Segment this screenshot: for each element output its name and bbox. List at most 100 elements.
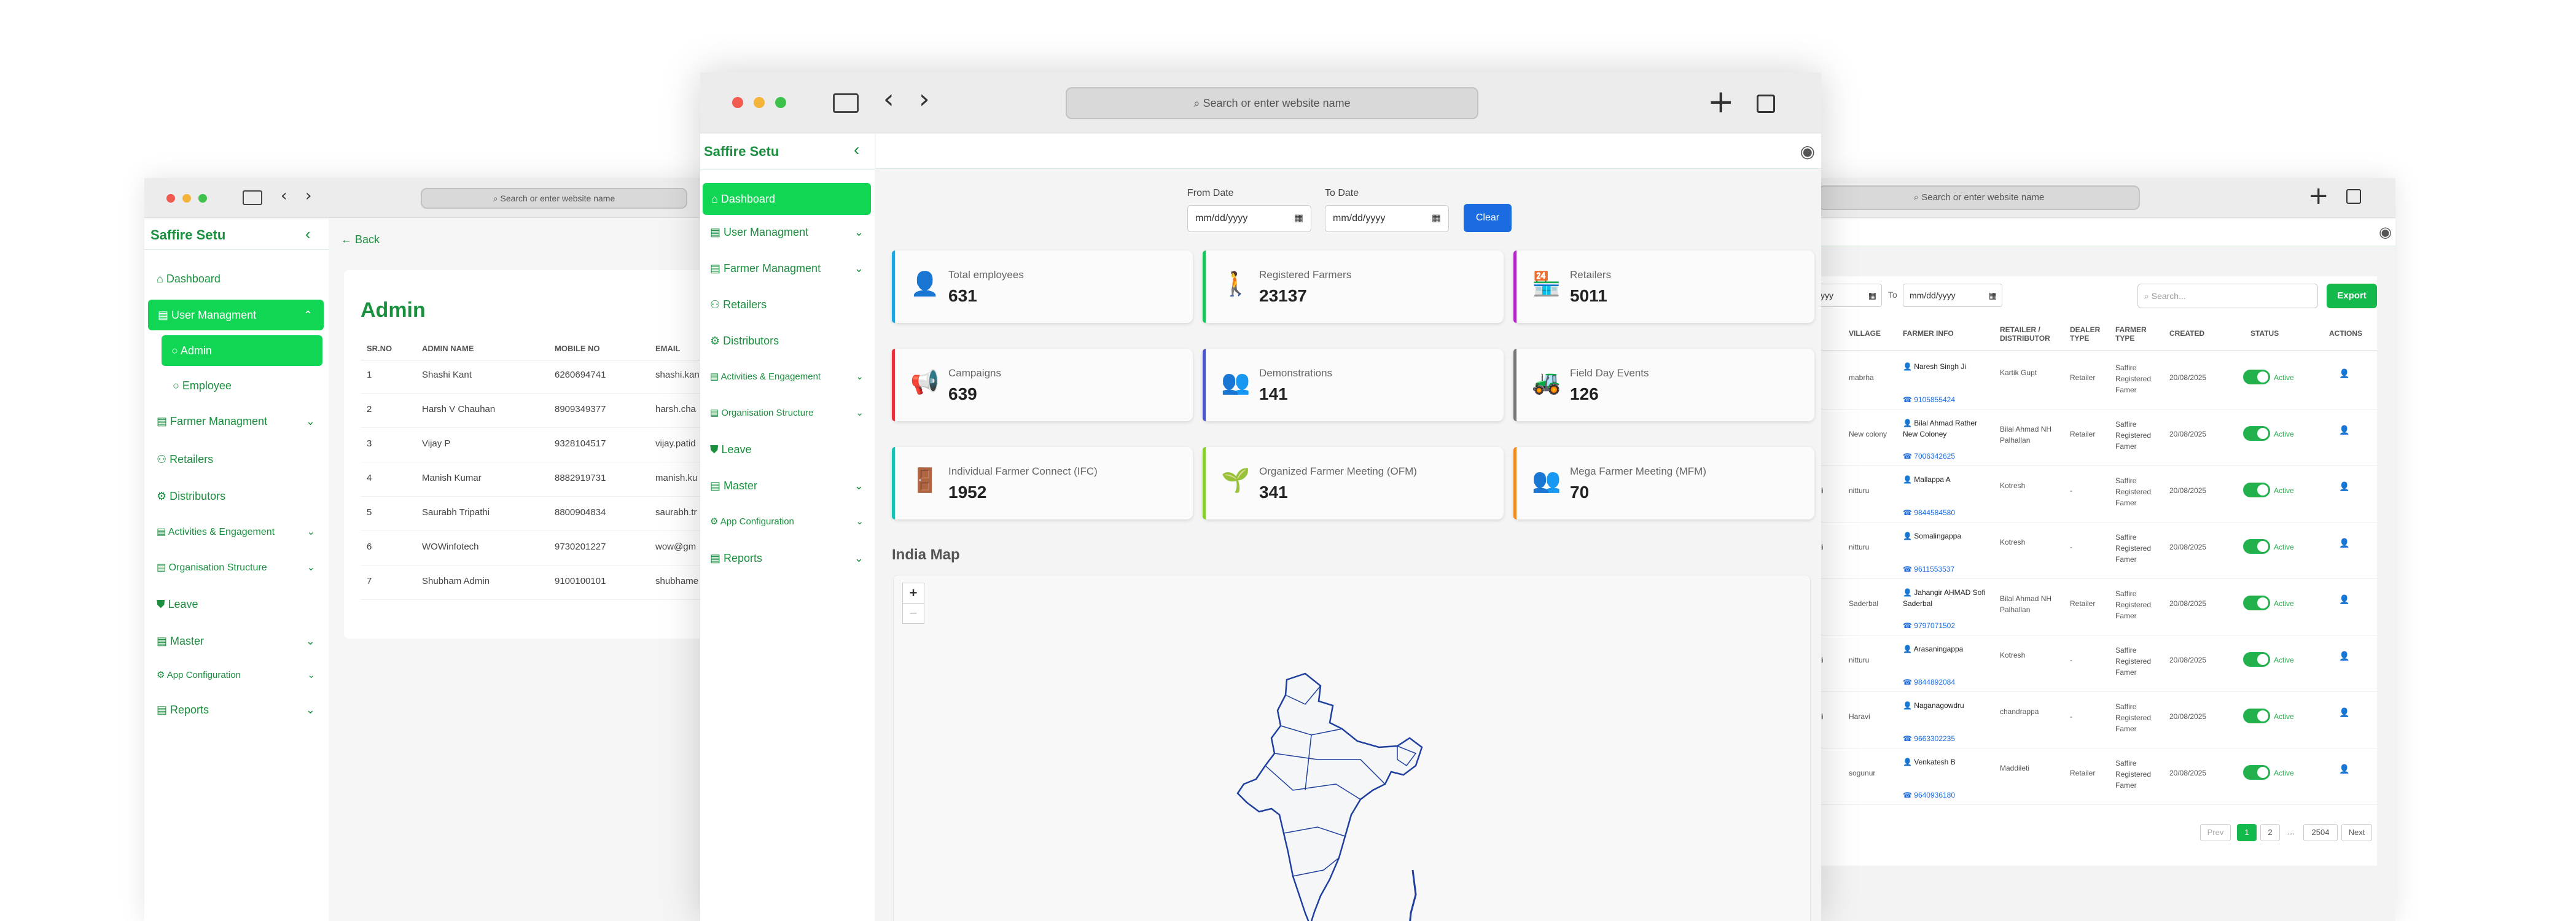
status-toggle[interactable]	[2243, 765, 2270, 780]
center-browser-toolbar: ‹ › ⌕ Search or enter website name +	[700, 72, 1821, 133]
sidebar-toggle-icon[interactable]	[833, 93, 859, 113]
stat-card[interactable]: 🏪 Retailers 5011	[1513, 251, 1814, 323]
sidebar-item-user-managment[interactable]: ▤ User Managment ⌄	[710, 226, 864, 239]
sidebar-item-reports[interactable]: ▤ Reports ⌄	[157, 704, 322, 717]
sidebar-collapse-icon[interactable]: ‹	[854, 140, 859, 160]
edit-user-icon[interactable]: 👤	[2339, 538, 2349, 548]
sidebar-item-leave[interactable]: ⛊ Leave	[710, 443, 864, 456]
edit-user-icon[interactable]: 👤	[2339, 594, 2349, 605]
stat-card[interactable]: 📢 Campaigns 639	[892, 349, 1193, 421]
stat-card[interactable]: 👥 Demonstrations 141	[1203, 349, 1504, 421]
close-window-dot[interactable]	[166, 194, 175, 203]
user-profile-icon[interactable]: ◉	[2379, 223, 2392, 241]
status-toggle[interactable]	[2243, 652, 2270, 667]
forward-arrow-icon[interactable]: ›	[305, 187, 311, 205]
search-input[interactable]: ⌕ Search...	[2137, 284, 2318, 308]
status-toggle[interactable]	[2243, 539, 2270, 554]
row-admin-name: Saurabh Tripathi	[422, 507, 490, 518]
pagination-page-2[interactable]: 2	[2260, 824, 2280, 841]
pagination-prev[interactable]: Prev	[2200, 824, 2231, 841]
minimize-window-dot[interactable]	[182, 194, 191, 203]
stat-card[interactable]: 🚪 Individual Farmer Connect (IFC) 1952	[892, 447, 1193, 519]
sidebar-item-leave[interactable]: ⛊ Leave	[157, 598, 198, 611]
status-toggle[interactable]	[2243, 370, 2270, 384]
edit-user-icon[interactable]: 👤	[2339, 481, 2349, 492]
nav-label: User Managment	[724, 226, 809, 238]
sidebar-item-master[interactable]: ▤ Master ⌄	[710, 480, 864, 492]
back-arrow-icon[interactable]: ‹	[883, 84, 894, 115]
sidebar-item-farmer-managment[interactable]: ▤ Farmer Managment ⌄	[710, 262, 864, 275]
zoom-in-button[interactable]: +	[902, 583, 924, 604]
edit-user-icon[interactable]: 👤	[2339, 707, 2349, 718]
nav-label: Retailers	[723, 298, 767, 311]
sidebar-item-reports[interactable]: ▤ Reports ⌄	[710, 552, 864, 565]
nav-icon: ⚙	[710, 335, 724, 347]
sidebar-toggle-icon[interactable]	[243, 190, 262, 205]
edit-user-icon[interactable]: 👤	[2339, 764, 2349, 774]
edit-user-icon[interactable]: 👤	[2339, 651, 2349, 661]
tabs-overview-icon[interactable]	[1757, 95, 1775, 113]
sidebar-item-user-managment[interactable]: ▤ User Managment ⌃	[148, 300, 324, 330]
sidebar-collapse-icon[interactable]: ‹	[305, 225, 311, 244]
edit-user-icon[interactable]: 👤	[2339, 368, 2349, 379]
edit-user-icon[interactable]: 👤	[2339, 425, 2349, 435]
from-date-input[interactable]: mm/dd/yyyy ▦	[1187, 205, 1311, 232]
sidebar-item-app-config[interactable]: ⚙ App Configuration ⌄	[157, 669, 322, 680]
to-date-input[interactable]: mm/dd/yyyy ▦	[1903, 284, 2002, 307]
sidebar-item-activities[interactable]: ▤ Activities & Engagement ⌄	[157, 526, 322, 538]
url-bar[interactable]: ⌕ Search or enter website name	[1066, 87, 1478, 119]
back-link[interactable]: ← Back	[341, 233, 380, 246]
stat-card[interactable]: 👤 Total employees 631	[892, 251, 1193, 323]
back-arrow-icon[interactable]: ‹	[281, 187, 287, 205]
sidebar-item-activities-engagement[interactable]: ▤ Activities & Engagement ⌄	[710, 371, 864, 382]
status-toggle[interactable]	[2243, 483, 2270, 497]
sidebar-item-dashboard[interactable]: ⌂ Dashboard	[157, 273, 221, 286]
row-village: nitturu	[1849, 486, 1870, 495]
sidebar-item-organisation[interactable]: ▤ Organisation Structure ⌄	[157, 561, 322, 573]
tabs-overview-icon[interactable]	[2346, 189, 2361, 204]
sidebar-item-master[interactable]: ▤ Master ⌄	[157, 635, 322, 648]
pagination-next[interactable]: Next	[2341, 824, 2372, 841]
status-toggle[interactable]	[2243, 709, 2270, 723]
nav-label: App Configuration	[720, 516, 794, 527]
sidebar-item-retailers[interactable]: ⚇ Retailers	[710, 298, 864, 311]
stat-card[interactable]: 👥 Mega Farmer Meeting (MFM) 70	[1513, 447, 1814, 519]
close-window-dot[interactable]	[732, 97, 743, 108]
sidebar-item-distributors[interactable]: ⚙ Distributors	[710, 335, 864, 348]
stat-card[interactable]: 🚜 Field Day Events 126	[1513, 349, 1814, 421]
maximize-window-dot[interactable]	[775, 97, 786, 108]
stat-card[interactable]: 🌱 Organized Farmer Meeting (OFM) 341	[1203, 447, 1504, 519]
india-outline	[1236, 672, 1423, 921]
forward-arrow-icon[interactable]: ›	[919, 84, 930, 115]
maximize-window-dot[interactable]	[198, 194, 207, 203]
sidebar-item-app-configuration[interactable]: ⚙ App Configuration ⌄	[710, 516, 864, 527]
pagination-page-last[interactable]: 2504	[2303, 824, 2338, 841]
clear-button[interactable]: Clear	[1464, 204, 1512, 232]
status-toggle[interactable]	[2243, 596, 2270, 610]
sidebar-item-distributors[interactable]: ⚙ Distributors	[157, 490, 225, 503]
url-bar[interactable]: ⌕ Search or enter website name	[421, 188, 687, 209]
sidebar-item-admin[interactable]: ○ Admin	[162, 335, 322, 366]
stat-card[interactable]: 🚶 Registered Farmers 23137	[1203, 251, 1504, 323]
new-tab-icon[interactable]: +	[2308, 182, 2329, 210]
to-date-input[interactable]: mm/dd/yyyy ▦	[1325, 205, 1449, 232]
zoom-out-button[interactable]: −	[902, 603, 924, 624]
export-button[interactable]: Export	[2327, 284, 2377, 308]
minimize-window-dot[interactable]	[754, 97, 765, 108]
new-tab-icon[interactable]: +	[1708, 84, 1735, 120]
nav-label: Distributors	[723, 335, 779, 347]
row-srno: 1	[367, 370, 372, 380]
sidebar-item-farmer-managment[interactable]: ▤ Farmer Managment ⌄	[157, 415, 322, 428]
url-bar[interactable]: ⌕ Search or enter website name	[1818, 185, 2140, 210]
sidebar-item-dashboard[interactable]: ⌂ Dashboard	[703, 183, 871, 215]
pagination-page-1[interactable]: 1	[2237, 824, 2257, 841]
from-date-input[interactable]: yyyy ▦	[1812, 284, 1882, 307]
sidebar-item-retailers[interactable]: ⚇ Retailers	[157, 453, 213, 466]
user-profile-icon[interactable]: ◉	[1800, 141, 1815, 161]
row-retailer: Kartik Gupt	[2000, 368, 2037, 377]
row-village: Haravi	[1849, 712, 1870, 721]
sidebar-item-employee[interactable]: ○ Employee	[173, 379, 232, 392]
sidebar-item-organisation-structure[interactable]: ▤ Organisation Structure ⌄	[710, 407, 864, 418]
status-toggle[interactable]	[2243, 426, 2270, 441]
india-map[interactable]	[1213, 667, 1520, 921]
